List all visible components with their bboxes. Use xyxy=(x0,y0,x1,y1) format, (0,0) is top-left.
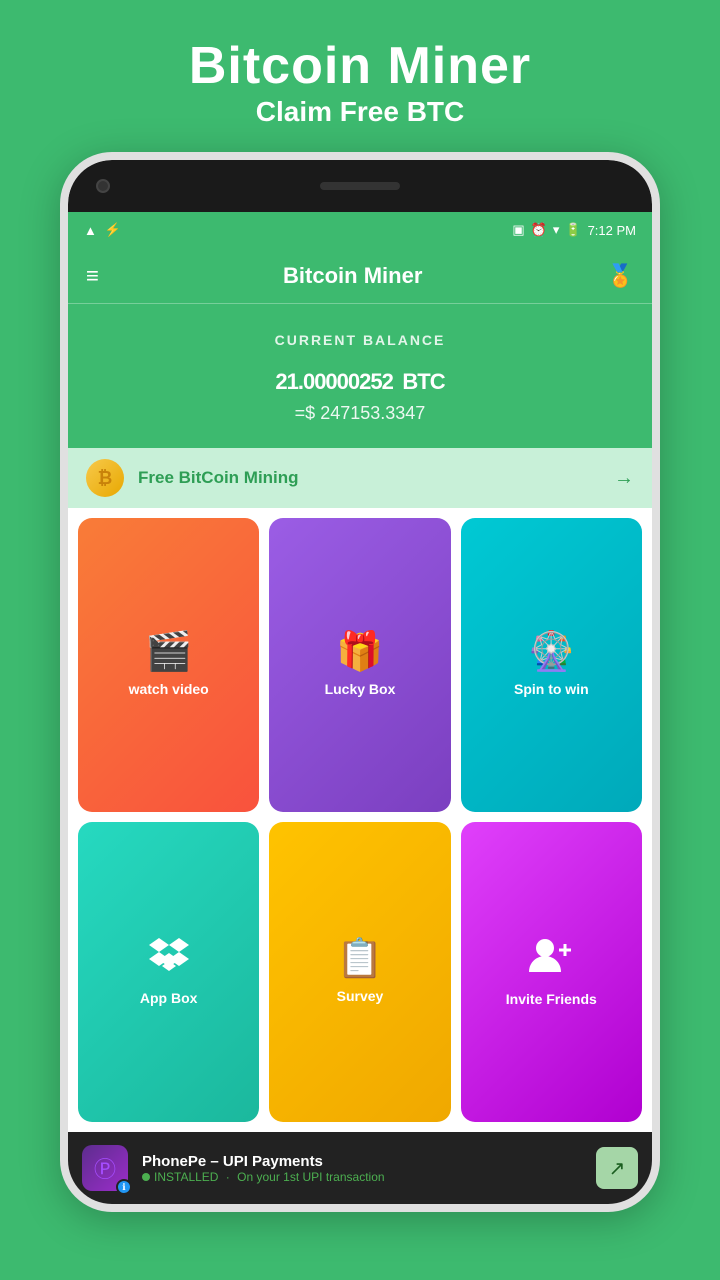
phone-camera xyxy=(96,179,110,193)
survey-icon: 📋 xyxy=(336,940,383,978)
mining-banner-arrow: → xyxy=(614,467,634,490)
award-icon[interactable]: 🏅 xyxy=(607,263,634,289)
spin-to-win-icon: 🎡 xyxy=(528,633,575,671)
page-title: Bitcoin Miner xyxy=(189,36,531,96)
invite-friends-label: Invite Friends xyxy=(506,991,597,1007)
page-subtitle: Claim Free BTC xyxy=(189,96,531,128)
spin-to-win-label: Spin to win xyxy=(514,681,589,697)
phone-speaker xyxy=(320,182,400,190)
balance-section: Current Balance 21.00000252 BTC =$ 24715… xyxy=(68,304,652,448)
lucky-box-icon: 🎁 xyxy=(336,633,383,671)
app-box-icon xyxy=(149,938,189,980)
ad-badge: ℹ xyxy=(116,1179,132,1195)
actions-grid: 🎬 watch video 🎁 Lucky Box 🎡 Spin to win … xyxy=(68,508,652,1132)
signal-icon: ▲ xyxy=(84,223,97,238)
survey-label: Survey xyxy=(337,988,384,1004)
invite-friends-button[interactable]: Invite Friends xyxy=(461,822,642,1123)
watch-video-button[interactable]: 🎬 watch video xyxy=(78,518,259,812)
invite-friends-icon xyxy=(529,936,573,981)
app-bar-title: Bitcoin Miner xyxy=(283,263,422,289)
mining-banner[interactable]: ₿ Free BitCoin Mining → xyxy=(68,448,652,508)
ad-app-icon: Ⓟ ℹ xyxy=(82,1145,128,1191)
phone-frame: ▲ ⚡ ▣ ⏰ ▾ 🔋 7:12 PM ≡ Bitcoin Miner 🏅 Cu… xyxy=(60,152,660,1212)
alarm-icon: ⏰ xyxy=(531,222,547,238)
balance-usd: =$ 247153.3347 xyxy=(68,403,652,424)
installed-dot xyxy=(142,1173,150,1181)
watch-video-icon: 🎬 xyxy=(145,633,192,671)
survey-button[interactable]: 📋 Survey xyxy=(269,822,450,1123)
app-bar: ≡ Bitcoin Miner 🏅 xyxy=(68,248,652,304)
app-box-label: App Box xyxy=(140,990,198,1006)
sim-icon: ▣ xyxy=(512,222,524,238)
bitcoin-coin-icon: ₿ xyxy=(86,459,124,497)
status-right: ▣ ⏰ ▾ 🔋 7:12 PM xyxy=(512,222,636,238)
page-header: Bitcoin Miner Claim Free BTC xyxy=(189,0,531,152)
ad-subtitle: INSTALLED · On your 1st UPI transaction xyxy=(142,1170,582,1184)
phone-top-bar xyxy=(68,160,652,212)
ad-banner: Ⓟ ℹ PhonePe – UPI Payments INSTALLED · O… xyxy=(68,1132,652,1204)
app-box-button[interactable]: App Box xyxy=(78,822,259,1123)
time-display: 7:12 PM xyxy=(588,223,636,238)
spin-to-win-button[interactable]: 🎡 Spin to win xyxy=(461,518,642,812)
balance-currency: BTC xyxy=(402,369,444,394)
hamburger-menu-icon[interactable]: ≡ xyxy=(86,263,99,289)
battery-icon: 🔋 xyxy=(565,222,581,238)
balance-amount: 21.00000252 BTC xyxy=(68,356,652,399)
balance-label: Current Balance xyxy=(68,332,652,348)
ad-title: PhonePe – UPI Payments xyxy=(142,1153,582,1170)
ad-text-container: PhonePe – UPI Payments INSTALLED · On yo… xyxy=(142,1153,582,1184)
usb-icon: ⚡ xyxy=(105,222,121,238)
ad-status: INSTALLED xyxy=(154,1170,218,1184)
ad-action-icon: ↗ xyxy=(609,1156,626,1181)
status-bar: ▲ ⚡ ▣ ⏰ ▾ 🔋 7:12 PM xyxy=(68,212,652,248)
mining-banner-text: Free BitCoin Mining xyxy=(138,468,600,488)
lucky-box-button[interactable]: 🎁 Lucky Box xyxy=(269,518,450,812)
ad-action-button[interactable]: ↗ xyxy=(596,1147,638,1189)
ad-subtitle-text: On your 1st UPI transaction xyxy=(237,1170,384,1184)
balance-number: 21.00000252 xyxy=(275,369,392,394)
watch-video-label: watch video xyxy=(129,681,209,697)
status-left: ▲ ⚡ xyxy=(84,222,121,238)
wifi-icon: ▾ xyxy=(553,222,560,238)
lucky-box-label: Lucky Box xyxy=(325,681,396,697)
